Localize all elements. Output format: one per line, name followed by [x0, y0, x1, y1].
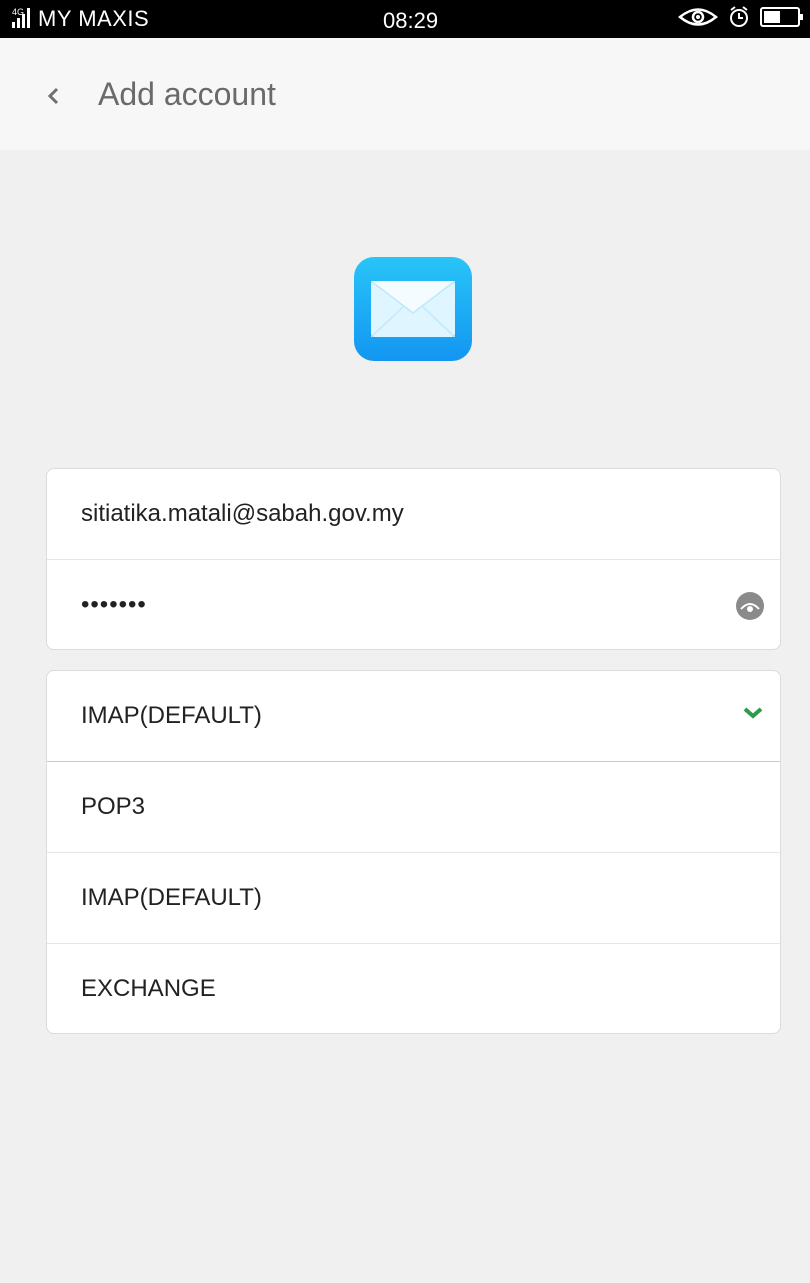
email-value: sitiatika.matali@sabah.gov.my [81, 500, 404, 527]
protocol-selected-label: IMAP(DEFAULT) [81, 702, 262, 729]
battery-icon [760, 6, 804, 33]
protocol-option-label: EXCHANGE [81, 975, 216, 1002]
protocol-option-pop3[interactable]: POP3 [47, 762, 780, 852]
protocol-option-exchange[interactable]: EXCHANGE [47, 944, 780, 1034]
credentials-card: sitiatika.matali@sabah.gov.my ••••••• [46, 468, 781, 650]
page-title: Add account [98, 76, 276, 112]
mail-app-logo [354, 257, 472, 361]
status-time: 08:29 [383, 8, 439, 33]
password-field[interactable]: ••••••• [47, 560, 780, 650]
check-icon [742, 705, 764, 726]
password-value: ••••••• [81, 591, 147, 618]
alarm-icon [728, 5, 750, 33]
signal-icon: 4G [12, 7, 34, 30]
protocol-option-label: POP3 [81, 793, 146, 820]
email-field[interactable]: sitiatika.matali@sabah.gov.my [47, 469, 780, 559]
back-button[interactable] [30, 76, 76, 116]
status-icons [678, 5, 804, 33]
app-header: Add account [0, 38, 810, 150]
chevron-left-icon [47, 87, 59, 105]
status-left: 4G MY MAXIS [12, 6, 150, 31]
eye-comfort-icon [678, 6, 718, 33]
eye-toggle-icon[interactable] [736, 592, 764, 620]
protocol-option-imap[interactable]: IMAP(DEFAULT) [47, 853, 780, 943]
carrier-name: MY MAXIS [38, 6, 150, 31]
protocol-selected[interactable]: IMAP(DEFAULT) [47, 671, 780, 761]
mail-envelope-icon [371, 281, 455, 337]
status-bar: 4G MY MAXIS 08:29 [0, 0, 810, 38]
protocol-selector: IMAP(DEFAULT) POP3 IMAP(DEFAULT) EXCHANG… [46, 670, 781, 1034]
protocol-option-label: IMAP(DEFAULT) [81, 884, 262, 911]
